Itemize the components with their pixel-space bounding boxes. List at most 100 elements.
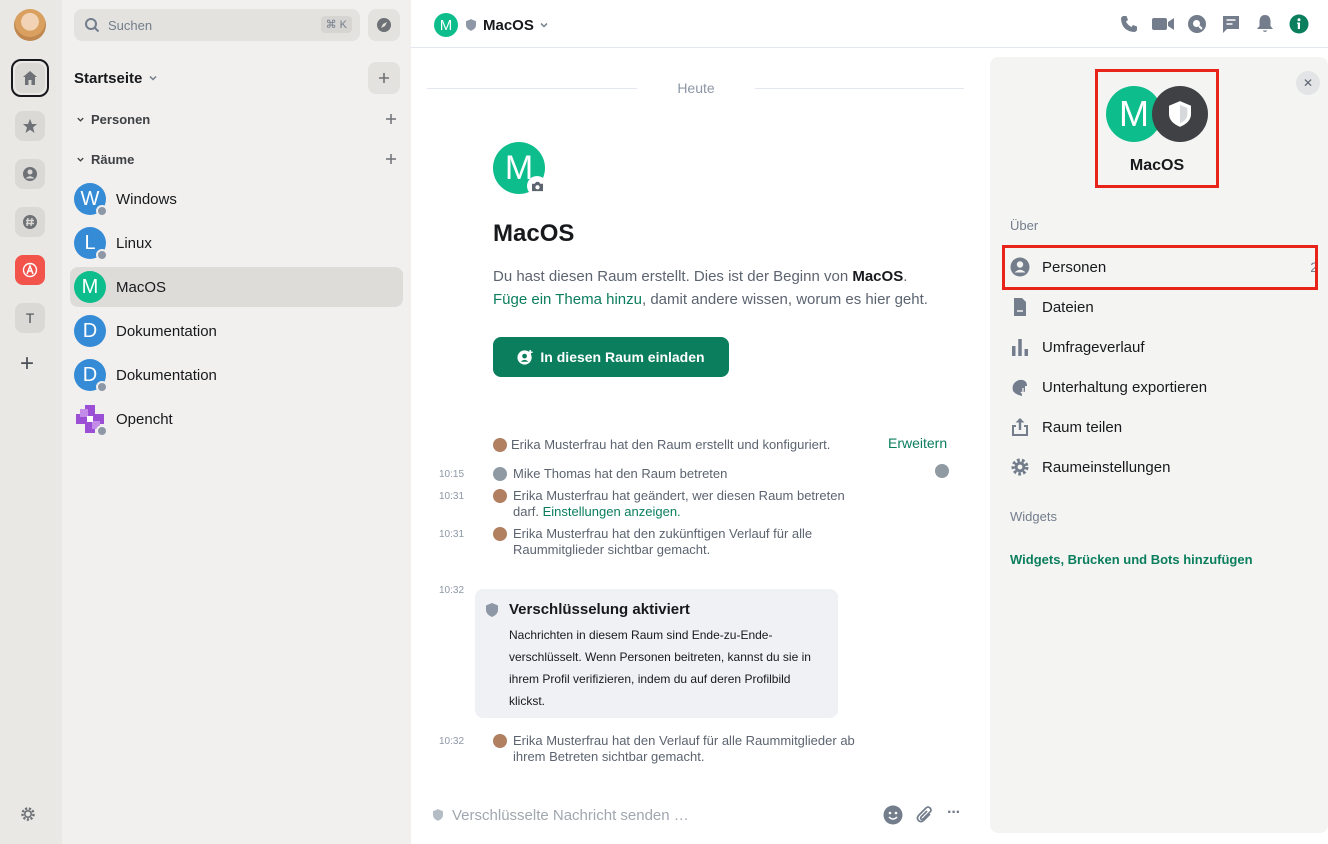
room-item-macos[interactable]: M MacOS [70, 267, 403, 307]
add-room-button[interactable] [368, 62, 400, 94]
add-topic-link[interactable]: Füge ein Thema hinzu [493, 291, 642, 308]
highlight-box-room-header [1095, 69, 1219, 188]
event-text: Erika Musterfrau hat den zukünftigen Ver… [513, 526, 813, 557]
panel-item-polls[interactable]: Umfrageverlauf [1010, 329, 1320, 365]
read-receipt-avatar[interactable] [935, 464, 949, 478]
encryption-title: Verschlüsselung aktiviert [509, 601, 690, 618]
panel-item-label: Raumeinstellungen [1042, 458, 1171, 476]
event-time: 10:31 [439, 491, 465, 502]
user-avatar [493, 467, 507, 481]
poll-icon [1012, 339, 1028, 356]
room-item-linux[interactable]: L Linux [70, 223, 403, 263]
event-time: 10:32 [439, 585, 465, 596]
emoji-button[interactable] [883, 805, 903, 825]
panel-item-share[interactable]: Raum teilen [1010, 409, 1320, 445]
room-intro-avatar[interactable]: M [493, 142, 547, 196]
room-name: Windows [116, 190, 177, 208]
gear-icon [21, 807, 35, 821]
close-panel-button[interactable]: ✕ [1296, 71, 1320, 95]
message-composer[interactable]: Verschlüsselte Nachricht senden … [433, 803, 873, 827]
plus-icon [386, 154, 396, 164]
file-icon [1014, 298, 1026, 316]
encryption-notice: Verschlüsselung aktiviert Nachrichten in… [475, 589, 838, 718]
event-time: 10:32 [439, 736, 465, 747]
user-avatar [493, 438, 507, 452]
user-avatar [493, 527, 507, 541]
quick-settings-button[interactable] [20, 806, 36, 822]
plus-icon [379, 73, 389, 83]
panel-item-export[interactable]: Unterhaltung exportieren [1010, 369, 1320, 405]
room-item-windows[interactable]: W Windows [70, 179, 403, 219]
settings-link[interactable]: Einstellungen anzeigen. [543, 504, 681, 519]
space-people[interactable] [15, 159, 45, 189]
opencht-logo-icon [74, 403, 108, 437]
user-avatar [493, 489, 507, 503]
topic-suffix: , damit andere wissen, worum es hier geh… [641, 291, 928, 308]
event-time: 10:15 [439, 469, 465, 480]
room-info-button[interactable] [1289, 14, 1309, 34]
room-name: Dokumentation [116, 366, 217, 384]
section-people-label: Personen [91, 112, 151, 127]
add-person-button[interactable] [384, 112, 398, 126]
video-call-button[interactable] [1151, 14, 1175, 34]
attach-button[interactable] [915, 805, 935, 825]
upload-avatar-button[interactable] [527, 176, 547, 196]
chevron-down-icon [77, 117, 84, 122]
explore-rooms-button[interactable] [368, 9, 400, 41]
search-input[interactable]: Suchen ⌘ K [74, 9, 360, 41]
camera-icon [531, 181, 543, 191]
space-a[interactable] [15, 255, 45, 285]
notifications-button[interactable] [1255, 14, 1275, 34]
summary-text: Erika Musterfrau hat den Raum erstellt u… [511, 437, 831, 452]
room-item-dokumentation-1[interactable]: D Dokumentation [70, 311, 403, 351]
room-item-dokumentation-2[interactable]: D Dokumentation [70, 355, 403, 395]
room-name: Opencht [116, 410, 173, 428]
space-t[interactable]: T [15, 303, 45, 333]
room-item-opencht[interactable]: Opencht [70, 399, 403, 439]
shield-icon [466, 19, 476, 31]
shield-icon [486, 603, 498, 617]
user-avatar[interactable] [14, 9, 46, 41]
space-t-letter: T [25, 310, 35, 326]
chevron-down-icon [540, 22, 548, 28]
create-space-button[interactable]: + [20, 352, 34, 376]
event-time: 10:31 [439, 529, 465, 540]
home-title: Startseite [74, 69, 143, 87]
room-avatar: W [74, 183, 108, 217]
room-header-title[interactable]: M MacOS [434, 13, 549, 37]
composer-placeholder: Verschlüsselte Nachricht senden … [452, 806, 689, 824]
shield-icon [433, 809, 443, 821]
gear-icon [1011, 458, 1029, 476]
encryption-text: Nachrichten in diesem Raum sind Ende-zu-… [509, 628, 811, 708]
intro-text: Du hast diesen Raum erstellt. Dies ist d… [493, 268, 853, 285]
room-intro-text: Du hast diesen Raum erstellt. Dies ist d… [493, 265, 963, 311]
panel-item-settings[interactable]: Raumeinstellungen [1010, 449, 1320, 485]
add-room-section-button[interactable] [384, 152, 398, 166]
space-bar: T + [0, 0, 62, 844]
home-icon [15, 63, 45, 93]
panel-item-files[interactable]: Dateien [1010, 289, 1320, 325]
search-shortcut: ⌘ K [320, 16, 352, 33]
export-chat-icon [1012, 379, 1027, 396]
expand-link[interactable]: Erweitern [888, 435, 947, 451]
section-rooms-header[interactable]: Räume [76, 152, 134, 167]
search-icon [85, 18, 100, 33]
event-row: Mike Thomas hat den Raum betreten [493, 466, 727, 482]
room-search-button[interactable] [1187, 14, 1207, 34]
invite-button[interactable]: In diesen Raum einladen [493, 337, 729, 377]
space-favourites[interactable] [15, 111, 45, 141]
space-home[interactable] [11, 59, 49, 97]
add-widgets-link[interactable]: Widgets, Brücken und Bots hinzufügen [1010, 552, 1253, 567]
widgets-heading: Widgets [1010, 509, 1057, 524]
panel-item-label: Dateien [1042, 298, 1094, 316]
highlight-box-people [1002, 245, 1318, 290]
voice-call-button[interactable] [1119, 14, 1139, 34]
threads-button[interactable] [1221, 14, 1241, 34]
more-options-button[interactable]: ··· [947, 804, 961, 822]
about-heading: Über [1010, 218, 1039, 233]
date-separator: Heute [677, 80, 715, 96]
space-public-rooms[interactable] [15, 207, 45, 237]
section-people-header[interactable]: Personen [76, 112, 150, 127]
home-title-dropdown[interactable]: Startseite [74, 69, 158, 87]
room-name: Linux [116, 234, 152, 252]
